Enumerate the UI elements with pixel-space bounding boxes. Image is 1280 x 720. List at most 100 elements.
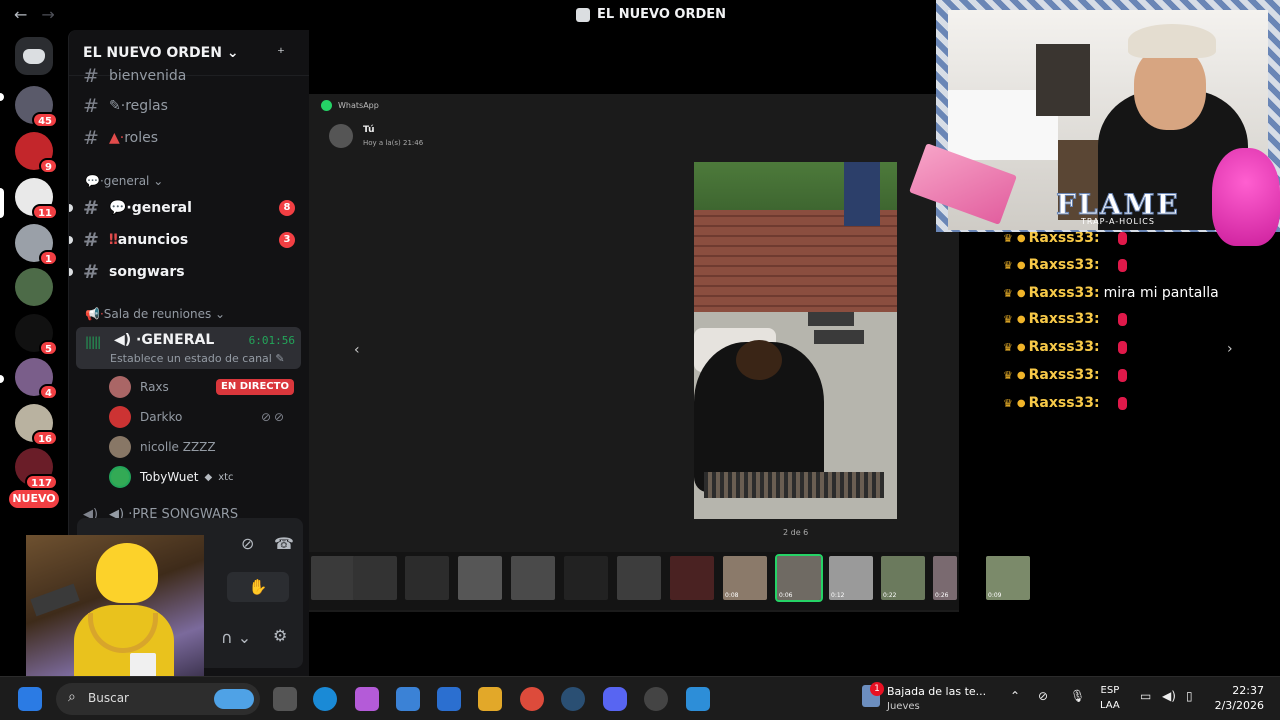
user-icon: ● — [1016, 369, 1026, 381]
channel-reglas[interactable]: # ✎· reglas — [83, 92, 168, 120]
avatar — [109, 466, 131, 488]
file-explorer-icon[interactable] — [478, 687, 502, 711]
server-icon-4[interactable]: 1 — [15, 224, 58, 266]
channel-general[interactable]: # 💬· general 8 — [83, 194, 295, 222]
server-icon-5[interactable] — [15, 268, 53, 306]
window-title-text: EL NUEVO ORDEN — [597, 7, 727, 22]
task-view-icon[interactable] — [273, 687, 297, 711]
thumbnail[interactable] — [511, 556, 555, 600]
volume-icon[interactable]: ◀) — [1162, 689, 1176, 703]
pink-buddha-sticker — [1212, 148, 1280, 246]
chrome-icon[interactable] — [520, 687, 544, 711]
speaker-icon: ◀) — [114, 332, 137, 348]
emote-icon — [1117, 231, 1127, 245]
clock[interactable]: 22:37 2/3/2026 — [1212, 683, 1264, 713]
mention-badge: 16 — [32, 430, 58, 446]
server-icon-1[interactable]: 45 — [15, 86, 58, 128]
taskbar: ⌕ Buscar 1 Bajada de las te... Jueves ⌃ … — [0, 676, 1280, 720]
thumbnail[interactable]: 0:08 — [723, 556, 767, 600]
chat-line: ♛ ● Raxss33: — [1003, 365, 1127, 385]
server-icon-9[interactable]: 117 — [15, 448, 58, 490]
whatsapp-tag: WhatsApp — [321, 100, 379, 111]
thumbnail[interactable] — [670, 556, 714, 600]
copilot-icon[interactable] — [355, 687, 379, 711]
obs-icon[interactable] — [644, 687, 668, 711]
server-icon-7[interactable]: 4 — [15, 358, 58, 400]
voice-user-raxs[interactable]: Raxs — [109, 375, 169, 399]
window-title: EL NUEVO ORDEN — [576, 7, 726, 22]
voice-user-nicolle[interactable]: nicolle ZZZZ — [109, 435, 216, 459]
muted-deafened-icons: ⊘⊘ — [261, 410, 288, 424]
thumbnail[interactable] — [353, 556, 397, 600]
edge-icon[interactable] — [313, 687, 337, 711]
server-icon-6[interactable]: 5 — [15, 314, 58, 356]
thumbnail[interactable]: 0:22 — [881, 556, 925, 600]
display-icon[interactable]: ▭ — [1140, 689, 1151, 703]
hash-icon: # — [83, 261, 99, 283]
hang-up-icon[interactable]: ☎ — [274, 534, 294, 553]
thumbnail[interactable]: 0:26 — [933, 556, 957, 600]
headphones-icon[interactable]: ∩ ⌄ — [221, 628, 251, 647]
mention-badge: 45 — [32, 112, 58, 128]
next-arrow-icon[interactable]: › — [1227, 341, 1233, 357]
avatar — [109, 436, 131, 458]
channel-roles[interactable]: # ▲· roles — [83, 124, 158, 152]
pencil-icon: ✎ — [275, 352, 285, 365]
voice-user-darkko[interactable]: Darkko — [109, 405, 182, 429]
widget-icon[interactable] — [214, 689, 254, 709]
chevron-up-icon[interactable]: ⌃ — [1010, 689, 1020, 703]
thumbnail[interactable]: 0:12 — [829, 556, 873, 600]
thumbnail-selected[interactable]: 0:06 — [775, 554, 823, 602]
thumbnail[interactable] — [405, 556, 449, 600]
server-icon-3[interactable]: 11 — [15, 178, 58, 220]
invite-people-icon[interactable]: ⁺ — [277, 45, 295, 61]
thumbnail[interactable] — [311, 556, 355, 600]
disconnect-voice-icon[interactable]: ⊘ — [241, 534, 254, 553]
voice-channel-name: GENERAL — [141, 332, 215, 348]
soundboard-button[interactable]: ✋ — [227, 572, 289, 602]
siren-emoji-icon: ▲· — [109, 130, 125, 146]
server-icon-2[interactable]: 9 — [15, 132, 58, 174]
windows-start-icon[interactable] — [18, 687, 42, 711]
discord-taskbar-icon[interactable] — [603, 687, 627, 711]
microphone-icon[interactable]: 🎙 — [1070, 689, 1085, 703]
arrow-left-icon[interactable]: ← — [14, 5, 27, 24]
thumbnail[interactable] — [564, 556, 608, 600]
photos-icon[interactable] — [686, 687, 710, 711]
thumbnail-strip: 0:08 0:06 0:12 0:22 0:26 — [309, 552, 959, 610]
voice-channel-general[interactable]: ||||| ◀) ·GENERAL 6:01:56 Establece un e… — [76, 327, 301, 369]
chat-line: ♛ ● Raxss33: — [1003, 309, 1127, 329]
previous-arrow-icon[interactable]: ‹ — [354, 342, 360, 358]
category-general[interactable]: 💬·general ⌄ — [85, 174, 163, 188]
channel-anuncios[interactable]: # ‼ anuncios 3 — [83, 226, 295, 254]
channel-bienvenida[interactable]: # bienvenida — [83, 62, 186, 90]
chat-line: ♛ ● Raxss33: mira mi pantalla — [1003, 285, 1219, 301]
thumbnail[interactable]: 0:09 — [986, 556, 1030, 600]
user-icon: ● — [1016, 232, 1026, 244]
hash-icon: # — [83, 229, 99, 251]
network-off-icon[interactable]: ⊘ — [1038, 689, 1048, 703]
steam-icon[interactable] — [561, 687, 585, 711]
new-badge[interactable]: NUEVO — [9, 490, 59, 508]
avatar — [109, 376, 131, 398]
thumbnail[interactable] — [617, 556, 661, 600]
outlook-icon[interactable] — [437, 687, 461, 711]
settings-gear-icon[interactable]: ⚙ — [273, 626, 287, 645]
channel-status[interactable]: Establece un estado de canal ✎ — [110, 352, 285, 365]
voice-user-tobywuet[interactable]: TobyWuet ◆ xtc — [109, 465, 234, 489]
arrow-right-icon[interactable]: → — [41, 5, 54, 24]
sender-avatar — [329, 124, 353, 148]
channel-songwars[interactable]: # songwars — [83, 258, 185, 286]
sent-time: Hoy a la(s) 21:46 — [363, 139, 424, 147]
media-photo — [694, 162, 897, 519]
voice-activity-icon: ||||| — [85, 335, 101, 349]
emote-icon — [1117, 396, 1127, 410]
store-icon[interactable] — [396, 687, 420, 711]
battery-icon[interactable]: ▯ — [1186, 689, 1193, 703]
discord-home-button[interactable] — [15, 37, 53, 75]
category-voice[interactable]: 📢·Sala de reuniones ⌄ — [85, 307, 225, 321]
thumbnail[interactable] — [458, 556, 502, 600]
language-indicator[interactable]: ESP LAA — [1100, 683, 1120, 713]
unread-count-badge: 3 — [279, 232, 295, 248]
server-icon-8[interactable]: 16 — [15, 404, 58, 446]
